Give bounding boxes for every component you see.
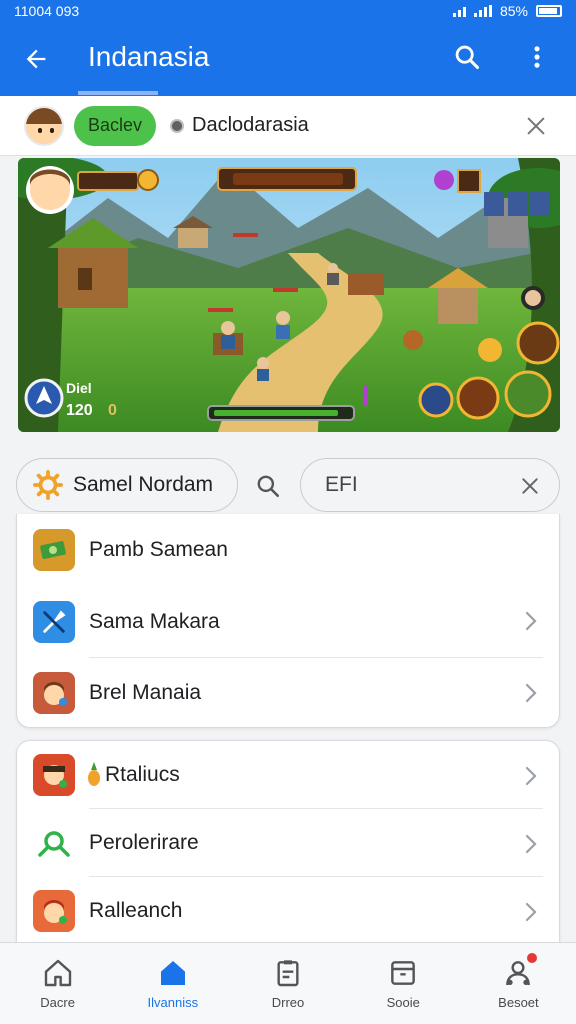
nav-item-home[interactable]: Dacre — [0, 943, 115, 1024]
chevron-right-icon — [519, 900, 543, 924]
chevron-right-icon — [519, 609, 543, 633]
folder-icon — [391, 961, 416, 985]
status-bar: 11004 093 85% — [0, 0, 576, 22]
avatar-hair — [26, 107, 62, 124]
search-icon — [257, 475, 280, 498]
pineapple-icon — [87, 762, 101, 788]
nav-item-active[interactable]: Ilvanniss — [115, 943, 230, 1024]
list-card-1: Pamb Samean Sama Makara Brel Manaia — [16, 514, 560, 728]
list-item-label: Rtaliucs — [105, 763, 180, 786]
game-panel-extra: 0 — [108, 402, 117, 419]
search-button[interactable] — [252, 470, 284, 502]
nav-label: Dacre — [40, 995, 75, 1010]
more-button[interactable] — [512, 32, 562, 82]
home-icon — [44, 959, 71, 987]
game-preview[interactable]: Diel 120 0 — [18, 158, 560, 432]
arrow-back-icon — [26, 49, 46, 69]
avatar-icon — [33, 890, 75, 932]
close-chip-button[interactable] — [518, 108, 554, 144]
nav-label: Ilvanniss — [147, 995, 199, 1010]
clipboard-icon — [277, 960, 299, 987]
page-title: Indanasia — [88, 41, 210, 72]
chip-label: Daclodarasia — [170, 114, 309, 137]
back-button[interactable] — [6, 29, 66, 89]
avatar-eye — [38, 127, 42, 133]
filter-chip-left-label: Samel Nordam — [73, 473, 214, 496]
avatar-icon — [33, 672, 75, 714]
close-icon — [522, 478, 538, 494]
search-icon — [455, 45, 480, 70]
appbar-actions — [442, 32, 562, 82]
avatar[interactable] — [24, 105, 64, 146]
battery-percent: 85% — [499, 3, 528, 19]
close-icon — [527, 117, 545, 135]
app-bar: Indanasia — [0, 22, 576, 96]
list-item[interactable]: Rtaliucs — [17, 741, 559, 809]
share-icon — [33, 822, 75, 864]
search-input[interactable]: EFI — [300, 458, 560, 512]
nav-item-files[interactable]: Sooie — [346, 943, 461, 1024]
list-item-label: Brel Manaia — [89, 681, 202, 704]
list-item-label: Ralleanch — [89, 899, 183, 922]
avatar-eye — [50, 127, 54, 133]
bottom-nav: Dacre Ilvanniss Drreo Sooie Besoet — [0, 942, 576, 1024]
list-card-2: Rtaliucs Perolerirare Ralleanch — [16, 740, 560, 946]
nav-item-tasks[interactable]: Drreo — [230, 943, 345, 1024]
status-pill[interactable]: Baclev — [74, 105, 157, 146]
signal-icon — [473, 5, 492, 17]
list-item[interactable]: Perolerirare — [17, 809, 559, 877]
more-vert-icon — [534, 46, 540, 68]
nav-label: Sooie — [386, 995, 420, 1010]
location-icon — [170, 118, 185, 133]
nav-label: Besoet — [498, 995, 539, 1010]
gear-icon — [33, 470, 63, 500]
clear-search-button[interactable] — [515, 471, 545, 501]
status-time: 11004 093 — [14, 3, 80, 19]
nav-item-social[interactable]: Besoet — [461, 943, 576, 1024]
status-right: 85% — [452, 3, 562, 19]
home-filled-icon — [160, 961, 185, 985]
search-button[interactable] — [442, 32, 492, 82]
list-item[interactable]: Brel Manaia — [17, 658, 559, 727]
game-scene — [18, 158, 560, 432]
chip-bar: Baclev Daclodarasia — [0, 96, 576, 156]
title-underline — [78, 91, 158, 95]
chip-text: Daclodarasia — [192, 114, 309, 136]
search-input-value: EFI — [325, 473, 358, 496]
list-item[interactable]: Pamb Samean — [17, 514, 559, 586]
list-item-label: Sama Makara — [89, 610, 220, 633]
chevron-right-icon — [519, 764, 543, 788]
list-item-label: Perolerirare — [89, 831, 199, 854]
chevron-right-icon — [519, 681, 543, 705]
game-icon — [33, 754, 75, 796]
notification-badge — [526, 953, 537, 963]
nav-label: Drreo — [271, 995, 305, 1010]
wifi-icon — [452, 5, 466, 17]
list-item[interactable]: Ralleanch — [17, 877, 559, 945]
list-item[interactable]: Sama Makara — [17, 586, 559, 658]
game-panel-number: 120 — [66, 402, 93, 419]
chevron-right-icon — [519, 832, 543, 856]
filter-row: Samel Nordam EFI — [16, 458, 560, 514]
list-item-label: Pamb Samean — [89, 538, 228, 561]
cash-icon — [33, 529, 75, 571]
game-panel-label: Diel — [66, 380, 92, 396]
battery-icon — [536, 5, 562, 17]
tools-icon — [33, 601, 75, 643]
filter-chip-left[interactable]: Samel Nordam — [16, 458, 238, 512]
